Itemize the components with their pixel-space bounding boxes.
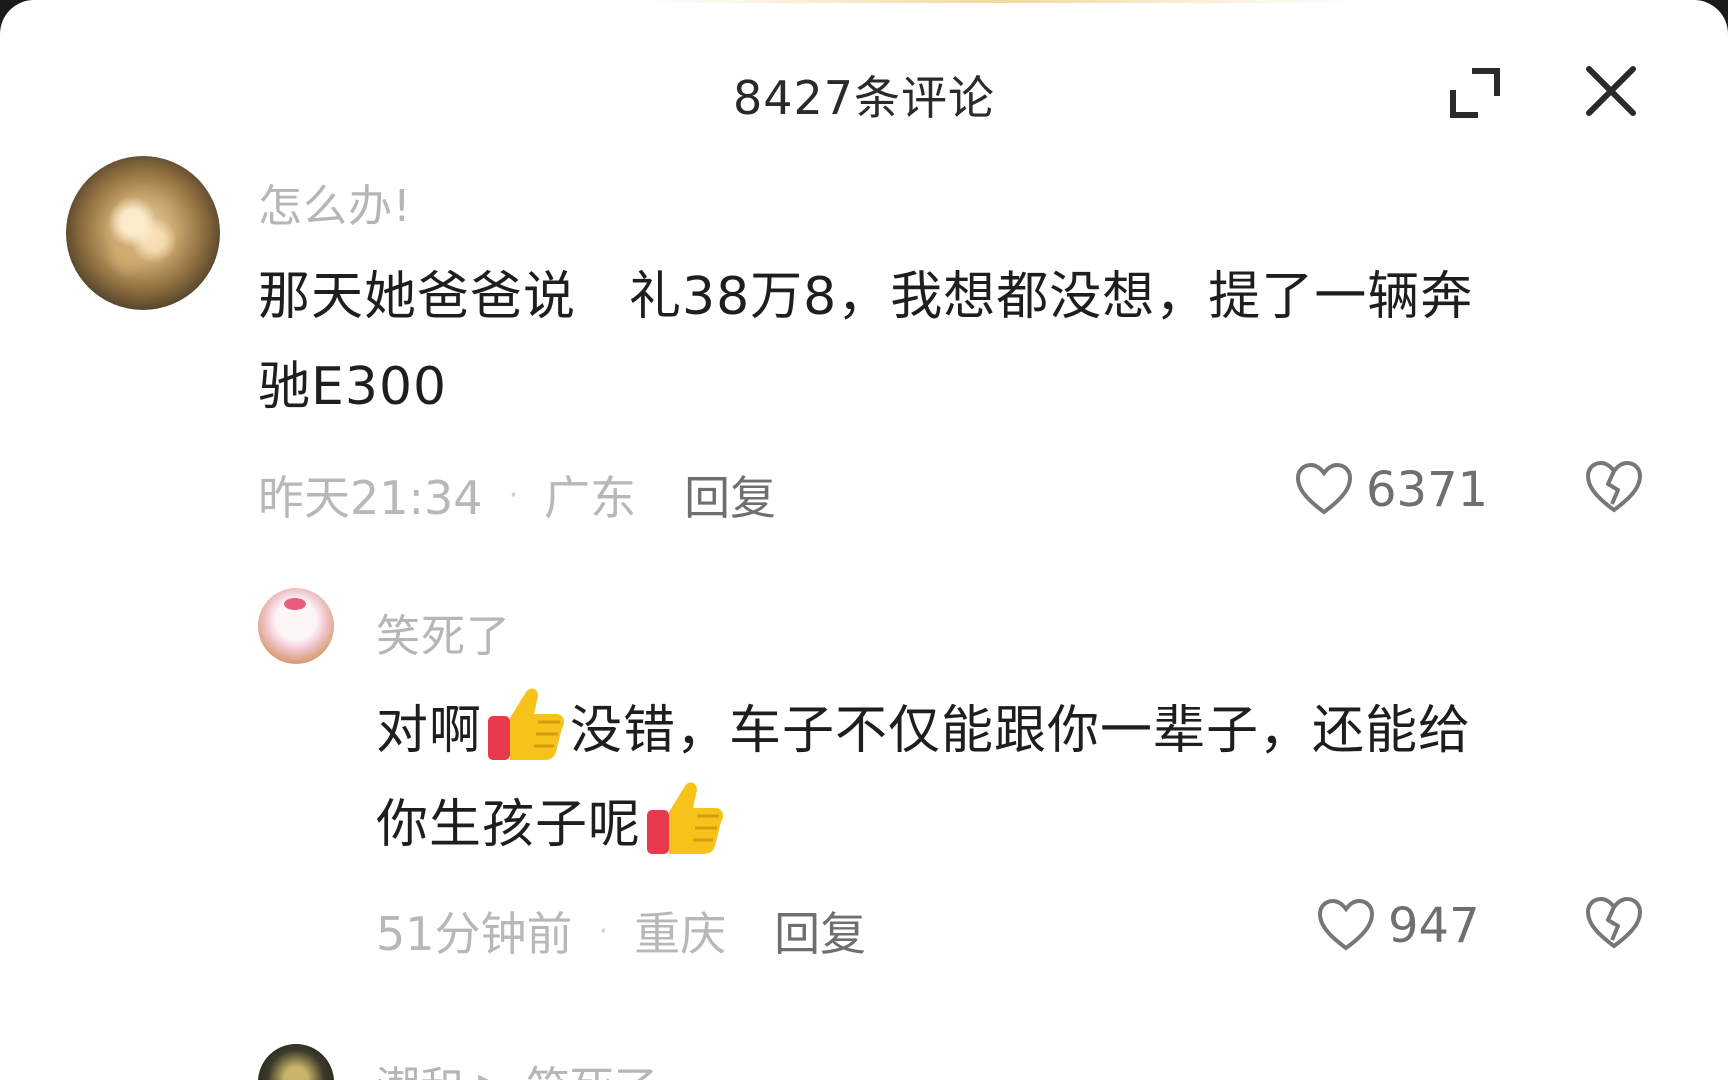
comment-time: 昨天21:34 xyxy=(258,471,483,525)
like-count: 947 xyxy=(1388,898,1480,954)
reply-location: 重庆 xyxy=(634,907,727,961)
avatar[interactable] xyxy=(66,156,220,310)
reply-username[interactable]: 笑死了 xyxy=(376,600,511,664)
comment-location: 广东 xyxy=(544,471,637,525)
meta-separator: · xyxy=(508,477,519,513)
comment-username[interactable]: 怎么办! xyxy=(258,170,412,234)
meta-separator: · xyxy=(598,913,609,949)
comment-meta: 昨天21:34 · 广东 回复 xyxy=(258,462,776,528)
thumbs-up-icon xyxy=(647,782,724,854)
reply-time: 51分钟前 xyxy=(376,907,573,961)
reply-button[interactable]: 回复 xyxy=(684,462,776,528)
comment-text-line: 那天她爸爸说 礼38万8，我想都没想，提了一辆奔 xyxy=(258,267,1474,327)
reply-text-part: 没错，车子不仅能跟你一辈子，还能给 xyxy=(570,701,1472,761)
comment-text: 那天她爸爸说 礼38万8，我想都没想，提了一辆奔 驰E300 xyxy=(258,252,1473,432)
next-comment-username[interactable]: 潮和 ▶ 笑死了 xyxy=(376,1052,658,1080)
like-button[interactable]: 6371 xyxy=(1294,462,1488,518)
reply-meta: 51分钟前 · 重庆 回复 xyxy=(376,898,866,964)
reply-text-part: 对啊 xyxy=(376,701,483,761)
reply-button[interactable]: 回复 xyxy=(774,898,866,964)
like-count: 6371 xyxy=(1366,462,1489,518)
reply-text-line: 对啊 没错，车子不仅能跟你一辈子，还能给 xyxy=(376,682,1471,776)
close-button[interactable] xyxy=(1574,54,1648,128)
comments-sheet: 8427条评论 怎么办! 那天她爸爸说 礼38万8，我想都没想，提了一辆奔 驰E… xyxy=(0,0,1728,1080)
close-icon xyxy=(1586,66,1636,116)
heart-icon xyxy=(1317,898,1375,951)
broken-heart-icon xyxy=(1585,460,1643,513)
expand-button[interactable] xyxy=(1440,58,1510,128)
dislike-button[interactable] xyxy=(1584,458,1644,518)
avatar[interactable] xyxy=(258,1044,334,1080)
reply-text: 对啊 没错，车子不仅能跟你一辈子，还能给 你生孩子呢 xyxy=(376,682,1471,870)
avatar[interactable] xyxy=(258,588,334,664)
expand-icon xyxy=(1450,68,1500,118)
dislike-button[interactable] xyxy=(1584,894,1644,954)
reply-text-line: 你生孩子呢 xyxy=(376,776,1471,870)
top-glow-decoration xyxy=(640,0,1360,3)
thumbs-up-icon xyxy=(488,688,565,760)
like-button[interactable]: 947 xyxy=(1316,898,1480,954)
comment-text-line: 驰E300 xyxy=(258,357,448,417)
reply-text-part: 你生孩子呢 xyxy=(376,795,642,855)
broken-heart-icon xyxy=(1585,896,1643,949)
heart-icon xyxy=(1295,462,1353,515)
